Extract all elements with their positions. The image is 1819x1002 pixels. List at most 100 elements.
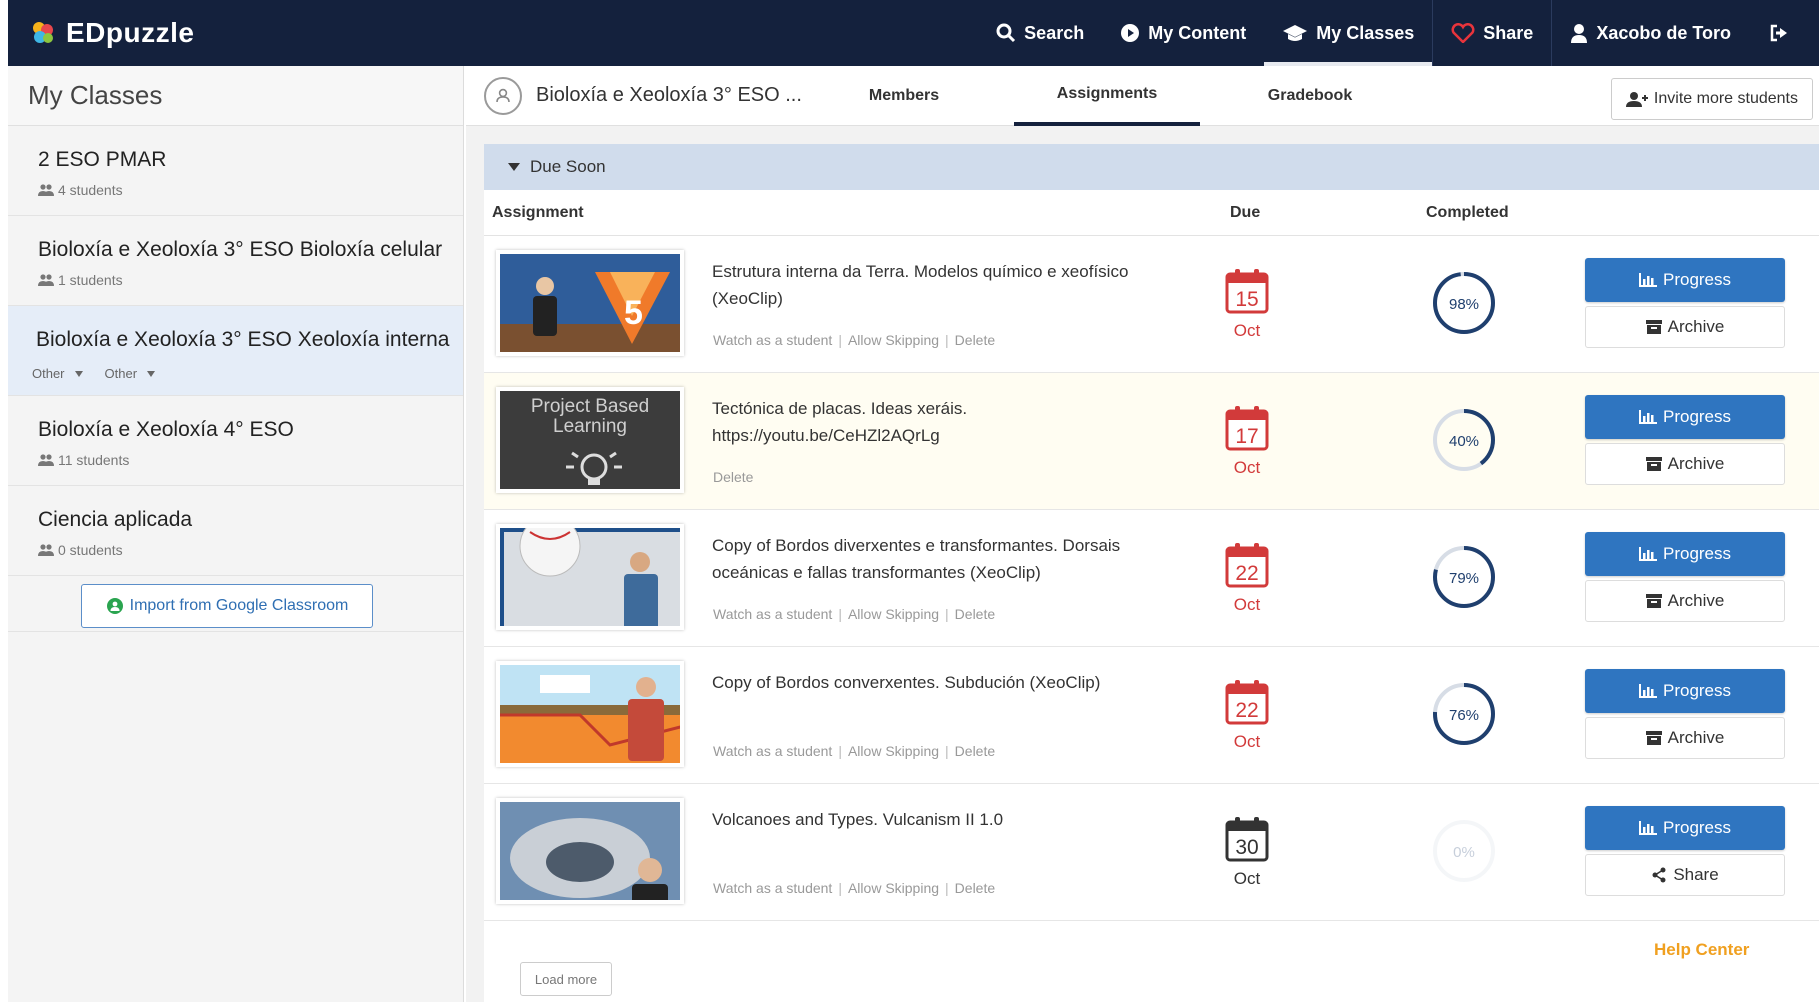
assignment-actions: Watch as a student | Allow Skipping | Delete <box>713 332 995 348</box>
video-thumbnail[interactable] <box>496 661 684 767</box>
due-date: 17 Oct <box>1222 405 1272 478</box>
bar-chart-icon <box>1638 821 1657 835</box>
due-soon-toggle[interactable]: Due Soon <box>484 144 1819 190</box>
progress-button[interactable]: Progress <box>1585 532 1785 576</box>
archive-button[interactable]: Archive <box>1585 580 1785 622</box>
nav-user-name: Xacobo de Toro <box>1596 22 1731 43</box>
assignment-title[interactable]: Estrutura interna da Terra. Modelos quím… <box>712 258 1132 312</box>
help-center-link[interactable]: Help Center <box>1654 940 1749 960</box>
sidebar-class-item[interactable]: Bioloxía e Xeoloxía 4° ESO 11 students <box>8 396 463 486</box>
archive-button[interactable]: Archive <box>1585 717 1785 759</box>
app-logo[interactable]: EDpuzzle <box>28 17 194 49</box>
users-icon <box>38 274 54 286</box>
class-filters: Other Other <box>32 366 443 381</box>
archive-icon <box>1645 594 1662 608</box>
class-name: Ciencia aplicada <box>38 508 193 531</box>
secondary-label: Archive <box>1667 728 1725 747</box>
due-day: 22 <box>1235 562 1258 585</box>
due-month: Oct <box>1233 321 1261 340</box>
delete-link[interactable]: Delete <box>955 606 995 622</box>
bar-chart-icon <box>1638 684 1657 698</box>
completion-percent: 98% <box>1449 296 1479 313</box>
search-icon <box>996 23 1016 43</box>
action-separator: | <box>945 880 949 896</box>
tab-gradebook[interactable]: Gradebook <box>1200 66 1420 126</box>
import-google-classroom-button[interactable]: Import from Google Classroom <box>81 584 373 628</box>
watch-as-student-link[interactable]: Watch as a student <box>713 606 832 622</box>
sidebar-class-item[interactable]: Ciencia aplicada 0 students <box>8 486 463 576</box>
invite-students-button[interactable]: Invite more students <box>1610 78 1813 120</box>
allow-skipping-link[interactable]: Allow Skipping <box>848 880 939 896</box>
nav-my-classes[interactable]: My Classes <box>1264 0 1433 66</box>
secondary-label: Archive <box>1667 454 1725 473</box>
calendar-icon: 15 <box>1225 269 1269 314</box>
action-separator: | <box>838 606 842 622</box>
bar-chart-icon <box>1638 547 1657 561</box>
delete-link[interactable]: Delete <box>955 880 995 896</box>
progress-button[interactable]: Progress <box>1585 258 1785 302</box>
archive-button[interactable]: Archive <box>1585 306 1785 348</box>
sign-out-icon <box>1770 24 1787 42</box>
assignment-row: Copy of Bordos diverxentes e transforman… <box>484 510 1819 647</box>
filter-label: Other <box>32 366 65 381</box>
app-name: EDpuzzle <box>66 17 195 48</box>
assignment-title[interactable]: Volcanoes and Types. Vulcanism II 1.0 <box>712 806 1132 833</box>
sidebar-class-item[interactable]: Bioloxía e Xeoloxía 3° ESO Bioloxía celu… <box>8 216 463 306</box>
archive-button[interactable]: Archive <box>1585 443 1785 485</box>
video-thumbnail[interactable]: 5 <box>496 250 684 356</box>
watch-as-student-link[interactable]: Watch as a student <box>713 880 832 896</box>
video-thumbnail[interactable] <box>496 798 684 904</box>
assignments-area: Due Soon Assignment Due Completed 5 Estr… <box>466 126 1819 1002</box>
load-more-button[interactable]: Load more <box>520 962 612 996</box>
users-icon <box>38 544 54 556</box>
student-count-text: 4 students <box>58 182 123 198</box>
sidebar-class-item[interactable]: 2 ESO PMAR 4 students <box>8 126 463 216</box>
nav-my-content[interactable]: My Content <box>1102 0 1264 66</box>
assignment-title[interactable]: Copy of Bordos diverxentes e transforman… <box>712 532 1132 586</box>
play-circle-icon <box>1121 24 1140 42</box>
bar-chart-icon <box>1638 410 1657 424</box>
logout-button[interactable] <box>1749 0 1819 66</box>
due-month: Oct <box>1233 732 1261 751</box>
video-thumbnail[interactable] <box>496 524 684 630</box>
nav-search[interactable]: Search <box>978 0 1102 66</box>
main-nav: Search My Content My Classes Share Xacob… <box>978 0 1819 66</box>
progress-button[interactable]: Progress <box>1585 806 1785 850</box>
student-count-text: 11 students <box>58 452 130 468</box>
nav-share[interactable]: Share <box>1433 0 1551 66</box>
delete-link[interactable]: Delete <box>955 743 995 759</box>
assignment-title[interactable]: Tectónica de placas. Ideas xeráis. https… <box>712 395 1132 449</box>
watch-as-student-link[interactable]: Watch as a student <box>713 743 832 759</box>
assignment-row: Copy of Bordos converxentes. Subdución (… <box>484 647 1819 784</box>
action-separator: | <box>945 332 949 348</box>
column-header-completed: Completed <box>1426 204 1509 221</box>
share-button[interactable]: Share <box>1585 854 1785 896</box>
delete-link[interactable]: Delete <box>955 332 995 348</box>
class-student-count: 1 students <box>38 272 443 288</box>
watch-as-student-link[interactable]: Watch as a student <box>713 332 832 348</box>
allow-skipping-link[interactable]: Allow Skipping <box>848 743 939 759</box>
completion-percent: 76% <box>1449 707 1479 724</box>
due-soon-label: Due Soon <box>530 157 606 176</box>
progress-button[interactable]: Progress <box>1585 669 1785 713</box>
tab-assignments[interactable]: Assignments <box>1014 66 1200 126</box>
video-thumbnail[interactable]: Project Based Learning <box>496 387 684 493</box>
nav-user-menu[interactable]: Xacobo de Toro <box>1552 0 1749 66</box>
assignment-row: Volcanoes and Types. Vulcanism II 1.0 Wa… <box>484 784 1819 921</box>
progress-button[interactable]: Progress <box>1585 395 1785 439</box>
delete-link[interactable]: Delete <box>713 469 753 485</box>
allow-skipping-link[interactable]: Allow Skipping <box>848 332 939 348</box>
filter-dropdown[interactable]: Other <box>105 366 156 381</box>
class-student-count: 4 students <box>38 182 443 198</box>
assignment-title[interactable]: Copy of Bordos converxentes. Subdución (… <box>712 669 1132 696</box>
svg-text:5: 5 <box>624 294 643 332</box>
caret-down-icon <box>74 370 83 377</box>
filter-dropdown[interactable]: Other <box>32 366 83 381</box>
assignment-list: 5 Estrutura interna da Terra. Modelos qu… <box>484 236 1819 921</box>
tab-members[interactable]: Members <box>794 66 1014 126</box>
completion-percent: 40% <box>1449 433 1479 450</box>
bar-chart-icon <box>1638 273 1657 287</box>
allow-skipping-link[interactable]: Allow Skipping <box>848 606 939 622</box>
assignment-row: Project Based Learning Tectónica de plac… <box>484 373 1819 510</box>
sidebar-class-item-active[interactable]: Bioloxía e Xeoloxía 3° ESO Xeoloxía inte… <box>8 306 463 396</box>
